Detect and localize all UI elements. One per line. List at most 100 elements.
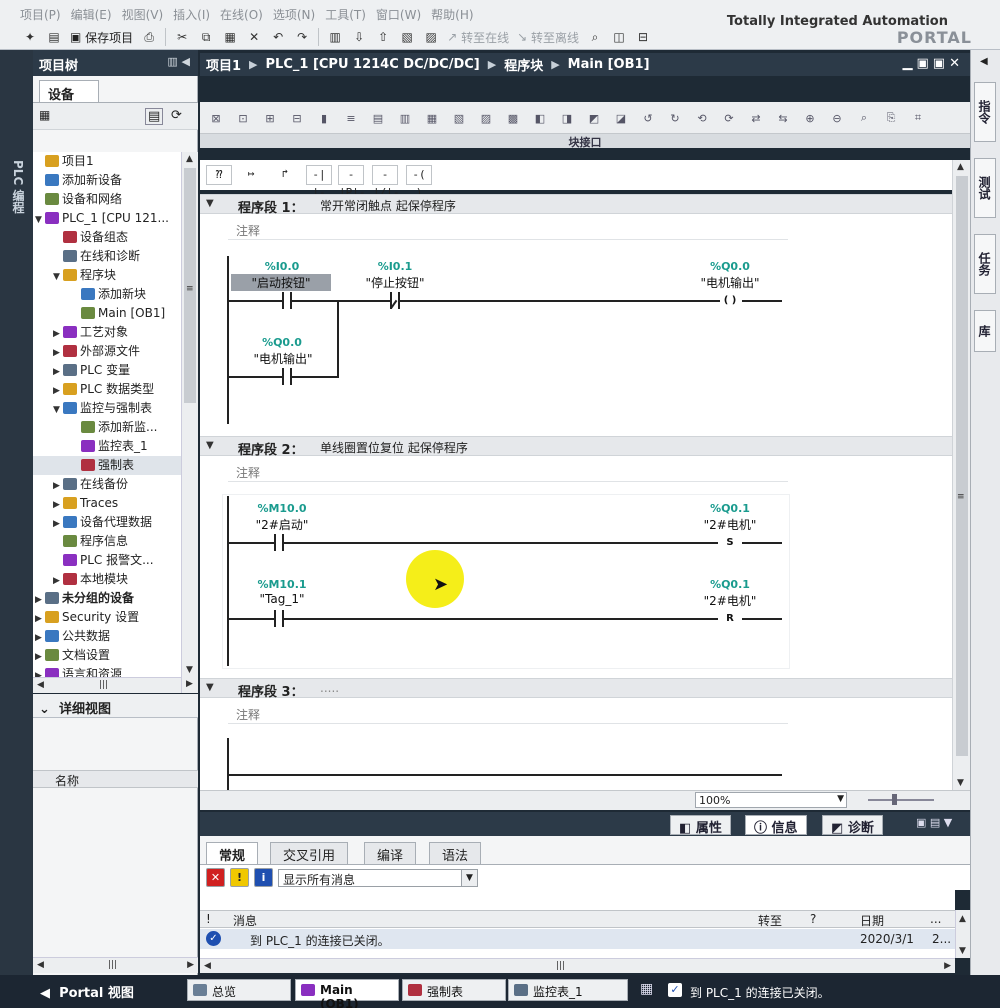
tree-item[interactable]: 添加新块: [33, 285, 181, 304]
open-branch-icon[interactable]: ↦: [238, 165, 264, 185]
task-force-table[interactable]: 强制表: [402, 979, 506, 1001]
menu-item-5[interactable]: 选项(N): [273, 6, 321, 24]
print-icon[interactable]: ⎙: [139, 27, 159, 47]
editor-tool-icon[interactable]: ⟳: [719, 108, 739, 128]
tree-item[interactable]: PLC 报警文...: [33, 551, 181, 570]
tree-horizontal-scrollbar[interactable]: ◀ |||: [33, 677, 181, 693]
tree-item[interactable]: ▼ PLC_1 [CPU 121...: [33, 209, 181, 228]
redo-icon[interactable]: ↷: [292, 27, 312, 47]
set-coil[interactable]: S: [718, 534, 742, 552]
menu-item-6[interactable]: 工具(T): [325, 6, 372, 24]
tree-item[interactable]: ▶ 外部源文件: [33, 342, 181, 361]
tree-item[interactable]: ▶ Security 设置: [33, 608, 181, 627]
tree-settings-icon[interactable]: ▦: [39, 108, 50, 122]
detail-horizontal-scrollbar[interactable]: ◀ ||| ▶: [33, 957, 198, 973]
editor-tool-icon[interactable]: ⌕: [854, 108, 874, 128]
tree-item[interactable]: ▼ 程序块: [33, 266, 181, 285]
scroll-up-icon[interactable]: ▲: [957, 162, 964, 172]
p-contact-icon[interactable]: -|P|-: [338, 165, 366, 199]
delete-icon[interactable]: ✕: [244, 27, 264, 47]
scroll-down-icon[interactable]: ▼: [186, 665, 193, 675]
tab-instructions[interactable]: 指令: [974, 82, 996, 142]
rung-1-coil-tag[interactable]: "2#电机": [680, 516, 780, 533]
scroll-up-icon[interactable]: ▲: [959, 914, 966, 924]
editor-tool-icon[interactable]: ◧: [530, 108, 550, 128]
tab-tasks[interactable]: 任务: [974, 234, 996, 294]
editor-tool-icon[interactable]: ⇄: [746, 108, 766, 128]
segment-1-coil[interactable]: ( ): [718, 292, 742, 310]
split-editor-horizontal-icon[interactable]: ⊟: [633, 27, 653, 47]
tree-item[interactable]: Main [OB1]: [33, 304, 181, 323]
tree-item[interactable]: 设备组态: [33, 228, 181, 247]
editor-tool-icon[interactable]: ⎘: [881, 108, 901, 128]
segment-1-header[interactable]: ▼ 程序段 1： 常开常闭触点 起保停程序: [200, 194, 952, 216]
editor-tool-icon[interactable]: ⊞: [260, 108, 280, 128]
scroll-down-icon[interactable]: ▼: [959, 946, 966, 956]
contact-2-tag[interactable]: "停止按钮": [345, 274, 445, 291]
tree-item[interactable]: ▶ 公共数据: [33, 627, 181, 646]
editor-tool-icon[interactable]: ▤: [368, 108, 388, 128]
zoom-slider-handle[interactable]: [892, 794, 897, 805]
subtab-compile[interactable]: 编译: [364, 842, 417, 864]
tree-item[interactable]: 在线和诊断: [33, 247, 181, 266]
plc-programming-tab[interactable]: PLC 编程: [10, 160, 27, 213]
editor-vertical-scrollbar[interactable]: ▲ ≡ ▼: [952, 160, 970, 790]
info-filter-icon[interactable]: i: [254, 868, 273, 887]
subtab-general[interactable]: 常规: [206, 842, 259, 864]
task-switch-icon[interactable]: ▦: [640, 981, 653, 997]
editor-tool-icon[interactable]: ⊟: [287, 108, 307, 128]
close-branch-icon[interactable]: ↱: [272, 165, 298, 185]
reset-coil[interactable]: R: [718, 610, 742, 628]
tab-testing[interactable]: 测试: [974, 158, 996, 218]
simulation-icon[interactable]: ▨: [421, 27, 441, 47]
task-main-ob1[interactable]: Main (OB1): [295, 979, 399, 1008]
editor-tool-icon[interactable]: ▥: [395, 108, 415, 128]
menu-item-0[interactable]: 项目(P): [20, 6, 67, 24]
segment-3-comment[interactable]: 注释: [228, 704, 788, 724]
rung-2-coil-tag[interactable]: "2#电机": [680, 592, 780, 609]
tree-item[interactable]: 添加新监...: [33, 418, 181, 437]
menu-item-3[interactable]: 插入(I): [173, 6, 216, 24]
undo-icon[interactable]: ↶: [268, 27, 288, 47]
breadcrumb-plc[interactable]: PLC_1 [CPU 1214C DC/DC/DC]: [266, 57, 480, 72]
tree-view-icon[interactable]: ▤: [145, 108, 164, 125]
collapse-panel-icon[interactable]: ▥ ◀: [167, 55, 190, 68]
tree-item[interactable]: ▶ Traces: [33, 494, 181, 513]
menu-item-2[interactable]: 视图(V): [122, 6, 170, 24]
editor-tool-icon[interactable]: ↻: [665, 108, 685, 128]
window-controls-icon[interactable]: ▣ ▤ ▼: [916, 816, 952, 829]
editor-tool-icon[interactable]: ≡: [341, 108, 361, 128]
tree-vertical-scrollbar[interactable]: ▲ ≡ ▼: [181, 152, 198, 677]
coil-icon[interactable]: -( ): [406, 165, 432, 199]
tab-devices[interactable]: 设备: [39, 80, 99, 103]
tab-diagnostics[interactable]: ◩ 诊断: [822, 815, 883, 836]
warning-filter-icon[interactable]: !: [230, 868, 249, 887]
scroll-right-icon[interactable]: ▶: [944, 961, 951, 971]
table-row[interactable]: ✓ 到 PLC_1 的连接已关闭。 2020/3/1 2...: [200, 929, 955, 949]
tree-item[interactable]: ▶ 未分组的设备: [33, 589, 181, 608]
tree-refresh-icon[interactable]: ⟳: [171, 108, 182, 123]
tree-item[interactable]: ▶ 设备代理数据: [33, 513, 181, 532]
error-filter-icon[interactable]: ✕: [206, 868, 225, 887]
tree-item[interactable]: 监控表_1: [33, 437, 181, 456]
tab-libraries[interactable]: 库: [974, 310, 996, 352]
message-filter-select[interactable]: 显示所有消息 ▼: [278, 869, 478, 887]
collapse-panel-icon[interactable]: ◀: [980, 56, 988, 67]
zoom-select[interactable]: 100% ▼: [695, 792, 847, 808]
tree-item[interactable]: ▶ 语言和资源: [33, 665, 181, 677]
task-watch-table[interactable]: 监控表_1: [508, 979, 628, 1001]
parallel-contact-tag[interactable]: "电机输出": [233, 350, 333, 367]
tree-item[interactable]: 添加新设备: [33, 171, 181, 190]
save-project-button[interactable]: ▣ 保存项目: [68, 27, 135, 47]
tree-item[interactable]: ▶ 本地模块: [33, 570, 181, 589]
tree-item[interactable]: ▶ PLC 变量: [33, 361, 181, 380]
breadcrumb-main[interactable]: Main [OB1]: [568, 57, 650, 72]
tree-item[interactable]: ▼ 监控与强制表: [33, 399, 181, 418]
scroll-left-icon[interactable]: ◀: [204, 961, 211, 971]
editor-tool-icon[interactable]: ⌗: [908, 108, 928, 128]
portal-view-button[interactable]: ◀ Portal 视图: [40, 982, 134, 1001]
upload-icon[interactable]: ⇧: [373, 27, 393, 47]
menu-item-4[interactable]: 在线(O): [220, 6, 269, 24]
editor-tool-icon[interactable]: ⊠: [206, 108, 226, 128]
breadcrumb-program-blocks[interactable]: 程序块: [504, 55, 543, 74]
